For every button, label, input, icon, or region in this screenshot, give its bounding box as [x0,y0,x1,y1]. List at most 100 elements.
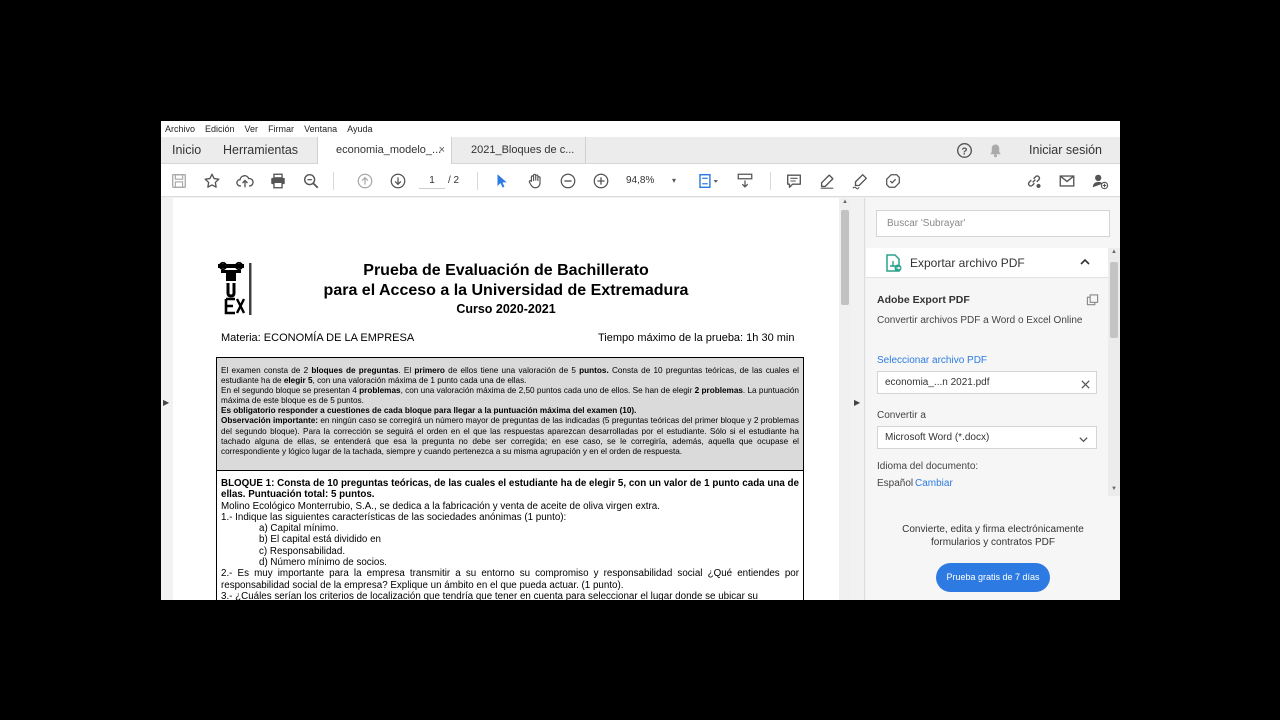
page-number-input[interactable]: 1 [419,173,445,189]
highlight-pen-icon[interactable] [816,170,838,192]
add-user-icon[interactable] [1089,170,1111,192]
menu-ver[interactable]: Ver [245,124,259,134]
block1-intro: Molino Ecológico Monterrubio, S.A., se d… [221,500,660,512]
tab-document-label: 2021_Bloques de c... [471,144,575,156]
main-toolbar: 1 / 2 94,8% ▾ [161,164,1120,197]
svg-text:?: ? [961,146,967,157]
document-viewport[interactable]: ▶ Prueba de Evaluación de Bachillerato p… [161,198,851,600]
menu-firmar[interactable]: Firmar [268,124,294,134]
notifications-bell-icon[interactable] [988,137,1003,164]
collapse-right-panel-icon[interactable]: ▶ [854,398,860,407]
zoom-search-icon[interactable] [300,170,322,192]
document-time: Tiempo máximo de la prueba: 1h 30 min [598,332,795,344]
document-title-line2: para el Acceso a la Universidad de Extre… [323,282,689,299]
fill-sign-icon[interactable] [882,170,904,192]
question-1c: c) Responsabilidad. [259,545,346,557]
toolbar-divider [477,172,478,190]
print-icon[interactable] [267,170,289,192]
zoom-level-value: 94,8% [626,175,655,186]
hand-pan-icon[interactable] [524,170,546,192]
question-1b: b) El capital está dividido en [259,534,381,546]
document-scrollbar[interactable]: ▲ [839,198,851,600]
right-panel-toggle[interactable]: ▶ [851,198,865,600]
help-icon[interactable]: ? [956,137,973,164]
instructions-paragraph: Observación importante: en ningún caso s… [221,416,799,456]
next-page-icon[interactable] [387,170,409,192]
save-icon[interactable] [168,170,190,192]
question-1: 1.- Indique las siguientes característic… [221,511,567,523]
document-language-label: Idioma del documento: [877,461,979,472]
star-bookmark-icon[interactable] [201,170,223,192]
chevron-up-icon[interactable] [1078,255,1092,274]
share-link-icon[interactable] [1023,170,1045,192]
acrobat-window: Archivo Edición Ver Firmar Ventana Ayuda… [161,121,1120,600]
panel-scrollbar[interactable]: ▲ ▼ [1108,248,1120,496]
scroll-up-icon[interactable]: ▲ [842,199,848,205]
selected-file-value: economia_...n 2021.pdf [885,377,990,388]
clear-file-icon[interactable] [1080,377,1091,398]
pdf-page: Prueba de Evaluación de Bachillerato par… [173,198,839,600]
free-trial-button[interactable]: Prueba gratis de 7 días [936,563,1050,592]
document-subject: Materia: ECONOMÍA DE LA EMPRESA [221,332,415,344]
document-course: Curso 2020-2021 [456,302,556,316]
scroll-down-icon[interactable]: ▼ [1111,486,1117,492]
document-scroll-thumb[interactable] [841,210,849,305]
instructions-paragraph: Es obligatorio responder a cuestiones de… [221,406,637,416]
tools-search-input[interactable]: Buscar 'Subrayar' [876,210,1110,237]
menu-ayuda[interactable]: Ayuda [347,124,372,134]
menu-edicion[interactable]: Edición [205,124,235,134]
question-2: 2.- Es muy importante para la empresa tr… [221,568,799,591]
convert-format-select[interactable]: Microsoft Word (*.docx) [877,426,1097,449]
change-language-link[interactable]: Cambiar [915,478,953,489]
zoom-in-icon[interactable] [590,170,612,192]
previous-page-icon[interactable] [354,170,376,192]
document-title-line1: Prueba de Evaluación de Bachillerato [363,262,649,279]
expand-left-panel-icon[interactable]: ▶ [163,398,169,407]
convert-format-value: Microsoft Word (*.docx) [885,432,990,443]
menu-archivo[interactable]: Archivo [165,124,195,134]
cloud-upload-icon[interactable] [234,170,256,192]
copy-icon[interactable] [1086,294,1099,312]
block1-questions: BLOQUE 1: Consta de 10 preguntas teórica… [216,471,804,600]
menu-bar: Archivo Edición Ver Firmar Ventana Ayuda [161,121,1120,137]
chevron-down-icon [1078,432,1089,453]
export-pdf-header[interactable]: Exportar archivo PDF [866,248,1108,278]
menu-ventana[interactable]: Ventana [304,124,337,134]
convert-to-label: Convertir a [877,410,926,421]
selected-file-field[interactable]: economia_...n 2021.pdf [877,371,1097,394]
export-pdf-icon [883,253,903,278]
instructions-paragraph: En el segundo bloque se presentan 4 prob… [221,386,799,406]
tab-herramientas[interactable]: Herramientas [213,137,308,164]
tab-document-label: economia_modelo_... [336,144,442,156]
promo-line-2: formularios y contratos PDF [931,537,1055,548]
block1-heading: BLOQUE 1: Consta de 10 preguntas teórica… [221,478,799,501]
page-fit-icon[interactable] [694,170,724,192]
zoom-level-select[interactable]: 94,8% ▾ [626,173,678,189]
promo-text: Convierte, edita y firma electrónicament… [866,523,1120,549]
left-panel-toggle[interactable]: ▶ [161,198,173,600]
document-language-value: Español [877,478,914,489]
tab-bar: Inicio Herramientas economia_modelo_... … [161,137,1120,164]
panel-scroll-thumb[interactable] [1110,262,1118,338]
sign-pen-icon[interactable] [849,170,871,192]
adobe-export-description: Convertir archivos PDF a Word o Excel On… [877,315,1083,326]
sign-in-button[interactable]: Iniciar sesión [1029,137,1102,164]
scroll-up-icon[interactable]: ▲ [1111,249,1117,255]
question-3: 3.- ¿Cuáles serían los criterios de loca… [221,590,758,600]
select-cursor-icon[interactable] [491,170,513,192]
tab-document-bloques[interactable]: 2021_Bloques de c... [453,137,586,164]
comment-icon[interactable] [783,170,805,192]
question-1a: a) Capital mínimo. [259,523,339,535]
toolbar-divider [333,172,334,190]
promo-line-1: Convierte, edita y firma electrónicament… [902,524,1084,535]
email-icon[interactable] [1056,170,1078,192]
tab-inicio[interactable]: Inicio [161,137,212,164]
toolbar-divider [770,172,771,190]
export-pdf-label: Exportar archivo PDF [910,256,1025,270]
exam-instructions-box: El examen consta de 2 bloques de pregunt… [216,357,804,471]
scroll-mode-icon[interactable] [734,170,756,192]
close-tab-icon[interactable]: × [439,137,445,164]
zoom-out-icon[interactable] [557,170,579,192]
tab-document-economia[interactable]: economia_modelo_... × [317,137,452,164]
adobe-export-title: Adobe Export PDF [877,294,970,306]
